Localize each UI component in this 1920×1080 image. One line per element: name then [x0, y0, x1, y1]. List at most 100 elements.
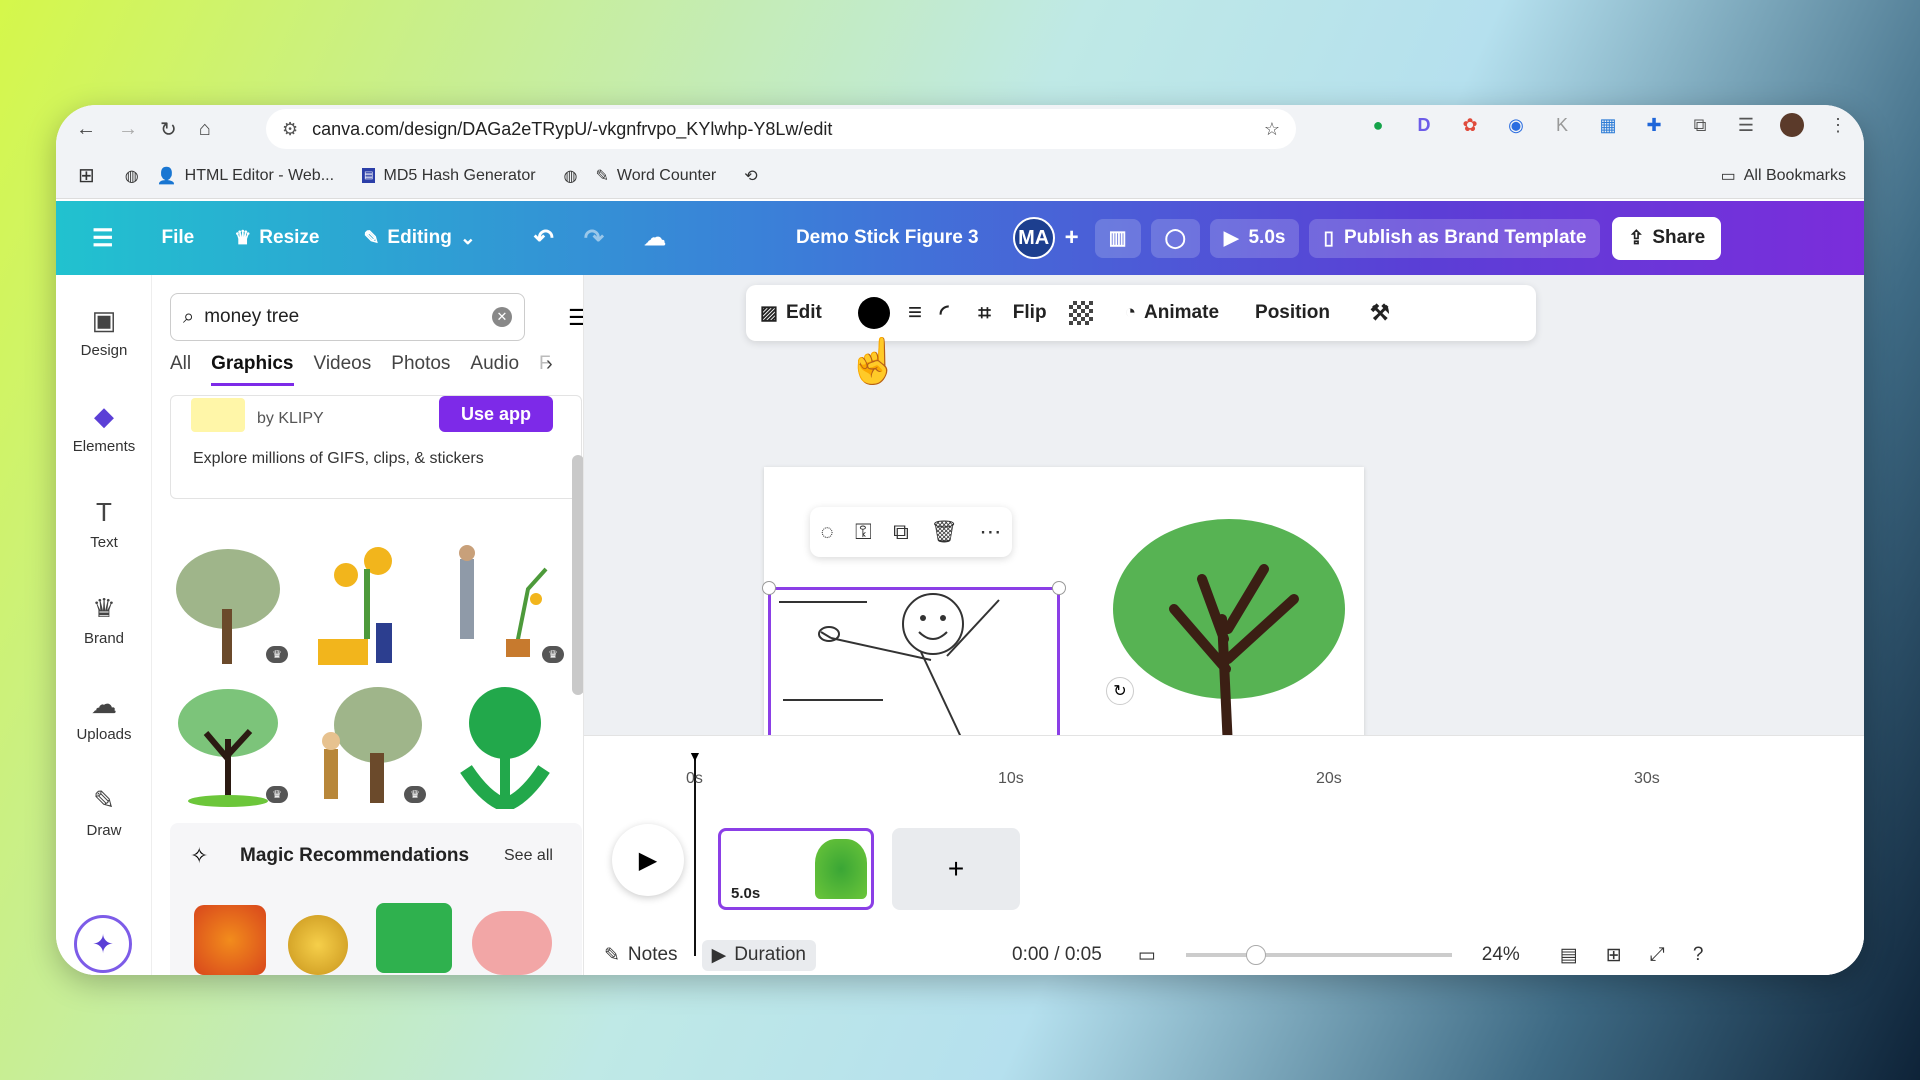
site-info-icon[interactable]: ⚙ [282, 119, 298, 140]
zoom-slider[interactable] [1185, 945, 1452, 965]
map-extension-icon[interactable]: ▦ [1596, 113, 1620, 137]
crop-icon[interactable]: ⌗ [978, 300, 990, 326]
search-input[interactable]: ⌕ money tree ✕ [170, 293, 525, 341]
reco-gold-coins[interactable] [288, 915, 348, 975]
bookmark-word-counter[interactable]: ✎ Word Counter [596, 166, 717, 186]
comment-icon[interactable]: ◯ [1150, 218, 1200, 258]
extensions-icon[interactable]: ⧉ [1688, 113, 1712, 137]
graphic-money-tree-1[interactable]: ♛ [170, 539, 288, 669]
comment-add-icon[interactable]: ◌ [821, 519, 834, 545]
play-button[interactable]: ▶ 5.0s [1209, 218, 1300, 258]
extension-k-icon[interactable]: K [1550, 113, 1574, 137]
cloud-save-icon[interactable]: ☁ [644, 225, 666, 251]
menu-icon[interactable]: ☰ [92, 224, 114, 253]
notes-button[interactable]: ✎ Notes [604, 944, 678, 967]
graphic-man-money-tree[interactable]: ♛ [308, 679, 426, 809]
file-menu[interactable]: File [162, 227, 195, 249]
edit-image-button[interactable]: ▨ Edit [760, 302, 822, 325]
tab-photos[interactable]: Photos [391, 353, 450, 386]
color-swatch[interactable] [857, 297, 890, 329]
reload-icon[interactable]: ↻ [160, 117, 177, 142]
see-all-link[interactable]: See all [504, 847, 553, 865]
add-page-button[interactable]: + [892, 828, 1020, 910]
more-options-icon[interactable]: ⋯ [979, 519, 1001, 545]
avatar[interactable]: MA [1012, 217, 1055, 259]
graphic-dollar-tree[interactable]: ♛ [170, 679, 288, 809]
animate-button[interactable]: ◔ Animate [1125, 302, 1219, 324]
zoom-value[interactable]: 24% [1482, 944, 1520, 966]
sidebar-item-brand[interactable]: ♛ Brand [56, 593, 152, 647]
forward-icon[interactable]: → [118, 118, 138, 141]
editing-dropdown[interactable]: ✎ Editing ⌄ [364, 227, 476, 250]
all-bookmarks[interactable]: ▭ All Bookmarks [1721, 166, 1846, 186]
help-icon[interactable]: ? [1693, 944, 1704, 966]
filter-icon[interactable]: ☰ [568, 305, 583, 331]
graphic-coin-plant[interactable] [308, 539, 426, 669]
extension-search-icon[interactable]: ◉ [1504, 113, 1528, 137]
insights-icon[interactable]: ▥ [1094, 218, 1141, 258]
trash-icon[interactable]: 🗑 [930, 519, 958, 545]
use-app-button[interactable]: Use app [439, 396, 553, 432]
selection-handle[interactable] [762, 581, 776, 595]
publish-brand-template-button[interactable]: ▯ Publish as Brand Template [1309, 218, 1601, 258]
globe-icon[interactable]: ◍ [125, 166, 139, 186]
play-timeline-button[interactable]: ▶ [612, 824, 684, 896]
reco-piggy-bank[interactable] [472, 911, 552, 975]
paint-roller-icon[interactable]: ⚒ [1370, 300, 1390, 326]
timeline-clip[interactable]: 5.0s [718, 828, 874, 910]
undo-icon[interactable]: ↶ [534, 224, 554, 253]
redo-icon[interactable]: ↷ [584, 224, 604, 253]
graphic-watering-man[interactable]: ♛ [446, 539, 564, 669]
present-icon[interactable]: ▭ [1138, 944, 1156, 967]
sidebar-item-design[interactable]: ▣ Design [56, 305, 152, 359]
bookmark-html-editor[interactable]: 👤 HTML Editor - Web... [157, 166, 334, 186]
panel-scrollbar[interactable] [572, 455, 583, 695]
duration-button[interactable]: ▶ Duration [701, 939, 817, 971]
bookmark-star-icon[interactable]: ☆ [1264, 119, 1280, 140]
clear-search-icon[interactable]: ✕ [492, 307, 512, 327]
resize-button[interactable]: ♛ Resize [234, 227, 319, 250]
apps-grid-icon[interactable]: ⊞ [78, 163, 95, 188]
graphic-hands-tree[interactable] [446, 679, 564, 813]
design-title[interactable]: Demo Stick Figure 3 [796, 227, 979, 249]
transparency-icon[interactable] [1068, 301, 1093, 325]
add-collaborator-icon[interactable]: + [1065, 224, 1079, 252]
profile-avatar-icon[interactable] [1780, 113, 1804, 137]
zoom-slider-thumb[interactable] [1245, 945, 1266, 965]
tab-audio[interactable]: Audio [470, 353, 519, 386]
globe-icon[interactable]: ◍ [564, 166, 578, 186]
color-picker-icon[interactable]: ✿ [1458, 113, 1482, 137]
menu-dots-icon[interactable]: ⋮ [1826, 113, 1850, 137]
media-icon[interactable]: ☰ [1734, 113, 1758, 137]
grammarly-icon[interactable]: ● [1366, 113, 1390, 137]
tab-all[interactable]: All [170, 353, 191, 386]
bookmark-md5[interactable]: ▤ MD5 Hash Generator [362, 167, 536, 185]
history-icon[interactable]: ⟲ [744, 166, 757, 186]
back-icon[interactable]: ← [76, 118, 96, 141]
flip-button[interactable]: Flip [1013, 302, 1047, 324]
sidebar-item-text[interactable]: T Text [56, 497, 152, 551]
magic-assistant-button[interactable]: ✦ [74, 915, 132, 973]
tab-graphics[interactable]: Graphics [211, 353, 294, 386]
tab-videos[interactable]: Videos [314, 353, 372, 386]
address-bar[interactable]: ⚙ canva.com/design/DAGa2eTRypU/-vkgnfrvp… [266, 109, 1296, 149]
line-weight-icon[interactable]: ≡ [908, 299, 922, 327]
sidebar-item-draw[interactable]: ✎ Draw [56, 785, 152, 839]
reco-money-envelope[interactable] [376, 903, 452, 973]
sidebar-item-elements[interactable]: ◆ Elements [56, 401, 152, 455]
lock-icon[interactable]: ⚿ [855, 519, 872, 545]
curve-icon[interactable]: ◜ [940, 300, 949, 326]
reco-money-fire[interactable] [194, 905, 266, 975]
puzzle-icon[interactable]: ✚ [1642, 113, 1666, 137]
fullscreen-icon[interactable]: ⤢ [1650, 944, 1665, 966]
duplicate-icon[interactable]: ⧉ [893, 519, 909, 545]
sidebar-item-uploads[interactable]: ☁ Uploads [56, 689, 152, 743]
grid-view-icon[interactable]: ⊞ [1606, 944, 1622, 967]
position-button[interactable]: Position [1255, 302, 1330, 324]
share-button[interactable]: ⇪ Share [1612, 216, 1722, 260]
home-icon[interactable]: ⌂ [199, 118, 211, 141]
chevron-right-icon[interactable]: › [546, 353, 553, 376]
pages-icon[interactable]: ▤ [1560, 944, 1578, 967]
extension-d-icon[interactable]: D [1412, 113, 1436, 137]
selection-handle[interactable] [1052, 581, 1066, 595]
